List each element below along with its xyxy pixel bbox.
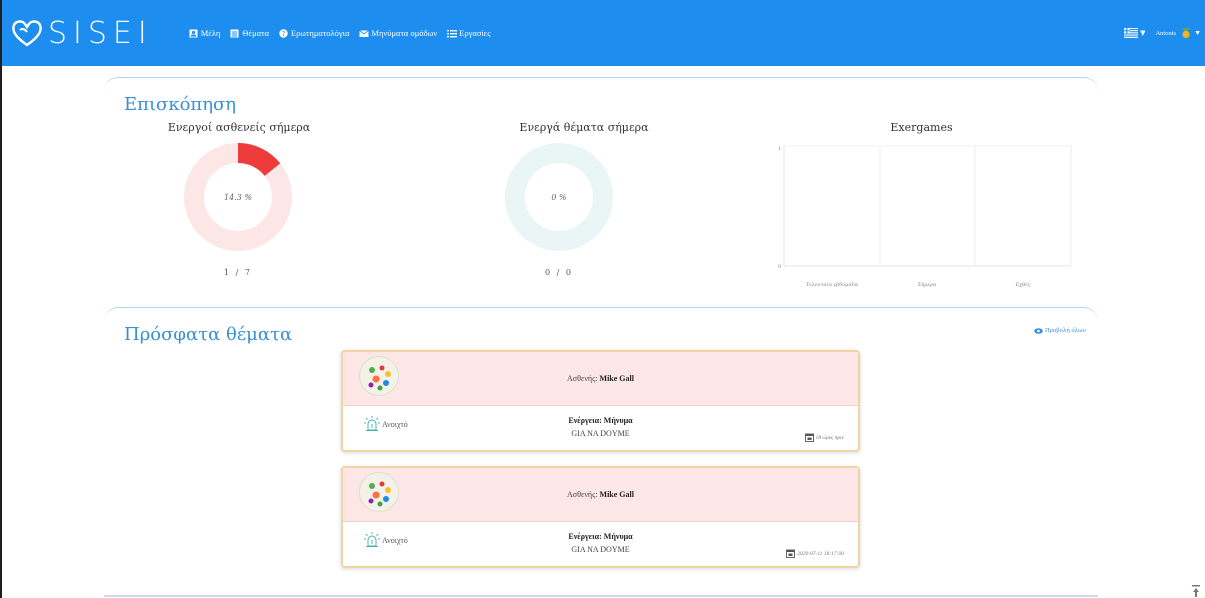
patient-name[interactable]: Mike Gall xyxy=(600,374,634,383)
active-patients-title: Ενεργοί ασθενείς σήμερα xyxy=(167,121,311,134)
greek-flag-icon xyxy=(1124,28,1139,38)
nav-topics[interactable]: Θέματα xyxy=(230,28,269,38)
nav-questionnaires[interactable]: ? Ερωτηματολόγια xyxy=(279,28,349,38)
topic-time: 18 ώρες πριν xyxy=(804,433,844,442)
exergames-title: Exergames xyxy=(890,121,953,134)
language-selector[interactable]: ▼ xyxy=(1124,28,1145,38)
active-patients-count: 1 / 7 xyxy=(224,268,252,277)
tasks-icon xyxy=(447,29,458,38)
exergames-chart: 1 0 Τελευταία εβδομάδα Σήμερα Εχθές xyxy=(778,145,1072,288)
topic-item[interactable]: Ασθενής: Mike Gall Ανοιχτό Ενέργεια: Μήν… xyxy=(341,466,860,568)
nav-right: ▼ Antonis ▼ xyxy=(1124,0,1201,66)
brand-name: SISEI xyxy=(48,15,153,51)
active-topics-title: Ενεργά θέματα σήμερα xyxy=(519,121,649,134)
main-nav: Μέλη Θέματα ? Ερωτηματολόγια Μηνύματα ομ… xyxy=(189,28,491,38)
topic-action: Ενέργεια: Μήνυμα xyxy=(568,532,633,541)
user-caret-icon: ▼ xyxy=(1194,29,1201,37)
topic-time: 2020-07-11 18:17:00 xyxy=(786,549,844,558)
topic-message: GIA NA DOYME xyxy=(571,429,630,438)
topic-header: Ασθενής: Mike Gall xyxy=(343,352,858,406)
calendar-icon xyxy=(804,433,814,442)
medal-icon xyxy=(1180,27,1192,39)
active-topics-count: 0 / 0 xyxy=(545,268,573,277)
overview-card: Επισκόπηση Ενεργοί ασθενείς σήμερα 14.3 … xyxy=(104,77,1098,297)
exergames-x-label-week: Τελευταία εβδομάδα xyxy=(806,281,859,288)
exergames-y-tick-1: 1 xyxy=(778,146,781,152)
svg-text:?: ? xyxy=(282,30,286,38)
patient-line: Ασθενής: Mike Gall xyxy=(567,374,634,383)
exergames-x-label-yesterday: Εχθές xyxy=(1015,281,1030,288)
top-navbar: SISEI Μέλη Θέματα ? Ερωτηματολόγια Μηνύμ… xyxy=(2,0,1205,66)
patient-name[interactable]: Mike Gall xyxy=(600,490,634,499)
nav-group-messages[interactable]: Μηνύματα ομάδων xyxy=(359,28,437,38)
user-menu[interactable]: Antonis ▼ xyxy=(1155,27,1201,39)
exergames-x-label-today: Σήμερα xyxy=(918,281,937,288)
nav-members[interactable]: Μέλη xyxy=(189,28,220,38)
exergames-y-tick-0: 0 xyxy=(778,264,781,270)
view-all-link[interactable]: Προβολή όλων xyxy=(1034,328,1086,334)
topic-action: Ενέργεια: Μήνυμα xyxy=(568,416,633,425)
topic-body: Ανοιχτό Ενέργεια: Μήνυμα GIA NA DOYME 20… xyxy=(343,522,858,566)
recent-topics-title: Πρόσφατα θέματα xyxy=(124,324,293,345)
calendar-icon xyxy=(786,549,796,558)
active-topics-percent: 0 % xyxy=(551,193,567,202)
topic-message: GIA NA DOYME xyxy=(571,545,630,554)
topic-header: Ασθενής: Mike Gall xyxy=(343,468,858,522)
chevron-down-icon: ▼ xyxy=(1140,29,1146,37)
active-patients-percent: 14.3 % xyxy=(224,193,252,202)
user-name: Antonis xyxy=(1155,29,1177,37)
bottom-card-edge xyxy=(104,595,1098,597)
brand-logo[interactable]: SISEI xyxy=(10,0,153,66)
scroll-to-top-icon[interactable] xyxy=(1191,582,1201,597)
topic-body: Ανοιχτό Ενέργεια: Μήνυμα GIA NA DOYME 18… xyxy=(343,406,858,450)
overview-title: Επισκόπηση xyxy=(124,94,237,115)
envelope-icon xyxy=(359,29,370,38)
list-box-icon xyxy=(230,29,239,38)
eye-icon xyxy=(1034,328,1043,334)
recent-topics-card: Πρόσφατα θέματα Προβολή όλων Ασθενής: Mi… xyxy=(104,307,1098,598)
heart-logo-icon xyxy=(12,20,42,47)
user-card-icon xyxy=(189,29,198,38)
nav-tasks[interactable]: Εργασίες xyxy=(447,28,491,38)
topic-item[interactable]: Ασθενής: Mike Gall Ανοιχτό Ενέργεια: Μήν… xyxy=(341,350,860,452)
patient-line: Ασθενής: Mike Gall xyxy=(567,490,634,499)
question-circle-icon: ? xyxy=(279,28,288,38)
